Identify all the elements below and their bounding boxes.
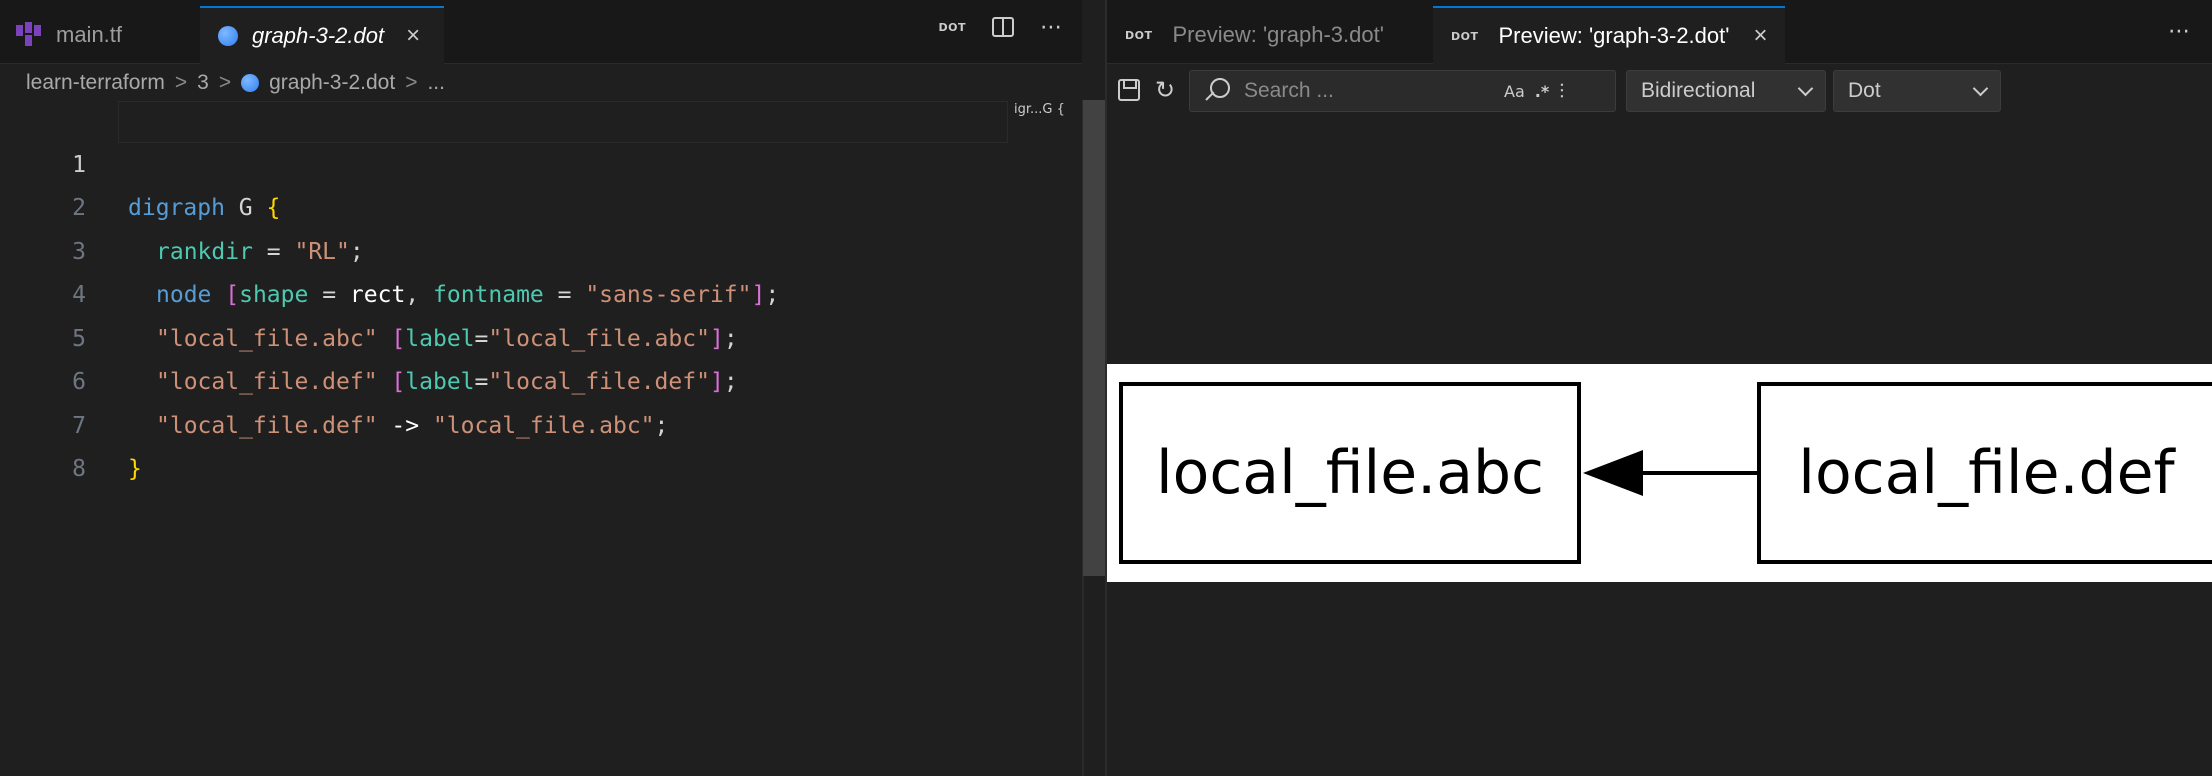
tab-label: main.tf: [56, 22, 123, 47]
close-icon[interactable]: ×: [406, 22, 420, 50]
chevron-down-icon: [1972, 80, 1989, 96]
save-button[interactable]: [1115, 76, 1143, 104]
regex-icon[interactable]: .*: [1535, 82, 1549, 101]
editor-pane: main.tf graph-3-2.dot × DOT ⋯ learn-terr…: [0, 0, 1082, 776]
arrowhead-icon: [1583, 450, 1643, 496]
preview-tab-bar: DOT Preview: 'graph-3.dot' DOT Preview: …: [1107, 0, 2212, 64]
editor-tab-bar: main.tf graph-3-2.dot × DOT ⋯: [0, 0, 1082, 64]
dot-file-icon: DOT: [1125, 28, 1153, 42]
search-input[interactable]: [1244, 79, 1494, 103]
code-line[interactable]: 5 "local_file.def" [label="local_file.de…: [0, 274, 1082, 396]
code-line[interactable]: 1 digraph G {: [0, 100, 1082, 221]
tab-main-tf[interactable]: main.tf: [0, 6, 200, 64]
terraform-icon: [16, 22, 42, 48]
close-icon[interactable]: ×: [1753, 22, 1767, 50]
preview-toolbar: ↻ Aa .* ⫶ Bidirectional Dot: [1107, 68, 2212, 114]
tab-preview-graph-3[interactable]: DOT Preview: 'graph-3.dot': [1107, 6, 1433, 64]
split-editor-icon[interactable]: [992, 17, 1014, 37]
tab-label: Preview: 'graph-3-2.dot': [1498, 23, 1730, 48]
scrollbar-thumb[interactable]: [1083, 100, 1105, 576]
chevron-right-icon: >: [405, 71, 418, 94]
tab-preview-graph-3-2[interactable]: DOT Preview: 'graph-3-2.dot' ×: [1433, 6, 1785, 64]
refresh-button[interactable]: ↻: [1151, 76, 1179, 104]
open-preview-button[interactable]: DOT: [939, 21, 967, 34]
code-editor[interactable]: 1 digraph G { 2 rankdir = "RL"; 3 node […: [0, 100, 1082, 483]
chevron-right-icon: >: [174, 71, 188, 94]
breadcrumb-symbol[interactable]: ...: [427, 71, 445, 95]
chevron-down-icon: [1797, 80, 1814, 96]
direction-select-value: Bidirectional: [1641, 79, 1756, 102]
breadcrumb-folder[interactable]: learn-terraform: [26, 71, 165, 95]
editor-actions: DOT ⋯: [939, 14, 1063, 40]
code-line[interactable]: 6 "local_file.def" -> "local_file.abc";: [0, 318, 1082, 439]
refresh-icon: ↻: [1154, 76, 1176, 104]
minimap[interactable]: igr...G {: [1014, 102, 1065, 117]
line-number: 8: [72, 456, 86, 482]
preview-pane: DOT Preview: 'graph-3.dot' DOT Preview: …: [1107, 0, 2212, 776]
engine-select[interactable]: Dot: [1833, 70, 2001, 112]
graph-edge: [1583, 450, 1759, 496]
code-line[interactable]: 2 rankdir = "RL";: [0, 144, 1082, 265]
more-actions-icon[interactable]: ⋯: [1040, 14, 1062, 40]
direction-select[interactable]: Bidirectional: [1626, 70, 1826, 112]
dot-file-icon: DOT: [1451, 29, 1479, 43]
code-line[interactable]: 4 "local_file.abc" [label="local_file.ab…: [0, 231, 1082, 352]
code-line[interactable]: 7 }: [0, 361, 1082, 483]
code-line[interactable]: 3 node [shape = rect, fontname = "sans-s…: [0, 187, 1082, 309]
tab-label: graph-3-2.dot: [252, 23, 385, 48]
breadcrumb: learn-terraform > 3 > graph-3-2.dot > ..…: [26, 66, 445, 100]
more-actions-icon[interactable]: ⋯: [2168, 18, 2190, 44]
breadcrumb-folder[interactable]: 3: [197, 71, 209, 95]
graph-node[interactable]: local_file.abc: [1119, 382, 1581, 564]
search-box[interactable]: Aa .* ⫶: [1189, 70, 1616, 112]
breadcrumb-file[interactable]: graph-3-2.dot: [269, 71, 395, 95]
save-icon: [1118, 79, 1140, 101]
filter-options-icon[interactable]: ⫶: [1559, 79, 1564, 103]
graph-node[interactable]: local_file.def: [1757, 382, 2212, 564]
dot-file-icon: [218, 26, 238, 46]
search-icon: [1204, 78, 1230, 104]
graph-canvas[interactable]: local_file.abc local_file.def: [1107, 364, 2212, 582]
code-token: }: [128, 456, 142, 482]
tab-graph-3-2-dot[interactable]: graph-3-2.dot ×: [200, 6, 444, 64]
engine-select-value: Dot: [1848, 79, 1881, 102]
code-line[interactable]: 8: [0, 405, 1082, 482]
match-case-icon[interactable]: Aa: [1504, 82, 1525, 101]
chevron-right-icon: >: [218, 71, 232, 94]
dot-file-icon: [241, 74, 260, 92]
tab-label: Preview: 'graph-3.dot': [1172, 22, 1384, 47]
